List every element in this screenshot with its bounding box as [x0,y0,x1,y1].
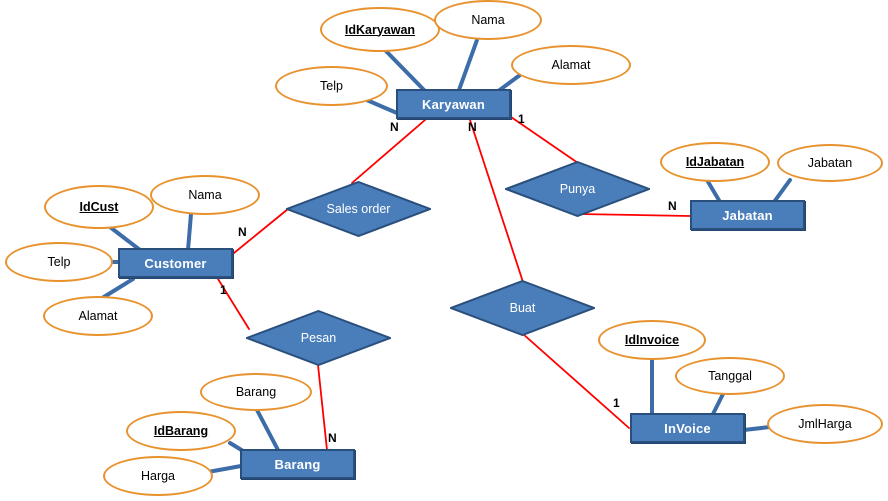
attribute-link-lnk-jabatan-idjabatan [705,178,722,204]
attribute-label: IdJabatan [685,155,745,169]
relationship-sales-order[interactable]: Sales order [286,181,431,237]
relationship-label: Pesan [300,331,337,345]
attribute-invoice-tanggal[interactable]: Tanggal [675,357,785,395]
relationship-label: Buat [509,301,536,315]
attribute-label: Barang [235,385,277,399]
attribute-customer-nama[interactable]: Nama [150,175,260,215]
relationship-label: Sales order [326,202,391,216]
attribute-invoice-jmlharga[interactable]: JmlHarga [767,404,883,444]
attribute-link-lnk-barang-barang [255,408,280,452]
attribute-label: IdCust [79,200,119,214]
relationship-label: Punya [559,182,596,196]
cardinality-label-rel-karyawan-punya: 1 [518,112,525,126]
entity-jabatan[interactable]: Jabatan [690,200,805,230]
relationship-buat[interactable]: Buat [450,280,595,336]
entity-customer[interactable]: Customer [118,248,233,278]
attribute-barang-harga[interactable]: Harga [103,456,213,496]
attribute-barang-barang[interactable]: Barang [200,373,312,411]
attribute-label: Alamat [551,58,591,72]
attribute-label: Telp [320,79,343,93]
attribute-karyawan-alamat[interactable]: Alamat [511,45,631,85]
cardinality-label-rel-punya-jabatan: N [668,199,677,213]
attribute-link-lnk-customer-nama [186,212,193,252]
attribute-label: IdKaryawan [344,22,416,37]
attribute-link-lnk-invoice-tanggal [711,392,725,416]
cardinality-label-rel-customer-pesan: 1 [220,283,227,297]
attribute-karyawan-idkaryawan[interactable]: IdKaryawan [320,7,440,52]
attribute-link-lnk-jabatan-jabatan [772,178,792,204]
attribute-label: Tanggal [708,369,752,383]
attribute-jabatan-idjabatan[interactable]: IdJabatan [660,142,770,182]
attribute-label: IdBarang [153,424,209,438]
attribute-karyawan-nama[interactable]: Nama [434,0,542,40]
attribute-barang-idbarang[interactable]: IdBarang [126,411,236,451]
cardinality-label-rel-buat-invoice: 1 [613,396,620,410]
entity-label: Barang [274,456,321,472]
attribute-customer-alamat[interactable]: Alamat [43,296,153,336]
attribute-label: JmlHarga [798,417,852,431]
attribute-jabatan-jabatan[interactable]: Jabatan [777,144,883,182]
attribute-label: Jabatan [807,156,853,170]
attribute-label: Telp [47,255,71,269]
cardinality-label-rel-customer-salesorder: N [238,225,247,239]
er-diagram-canvas: Karyawan Customer Jabatan InVoice Barang Sal… [0,0,888,501]
attribute-customer-telp[interactable]: Telp [5,242,113,282]
attribute-link-lnk-invoice-jmlharga [742,425,772,432]
attribute-link-lnk-karyawan-nama [457,38,479,92]
attribute-label: IdInvoice [624,333,680,347]
entity-label: Karyawan [421,96,486,112]
relationship-link-rel-pesan-barang [317,364,328,451]
entity-invoice[interactable]: InVoice [630,413,745,443]
relationship-punya[interactable]: Punya [505,161,650,217]
cardinality-label-rel-salesorder-karyawan: N [390,120,399,134]
attribute-label: Alamat [78,309,118,323]
entity-barang[interactable]: Barang [240,449,355,479]
relationship-pesan[interactable]: Pesan [246,310,391,366]
cardinality-label-rel-pesan-barang: N [328,431,337,445]
entity-karyawan[interactable]: Karyawan [396,89,511,119]
entity-label: Jabatan [722,207,773,223]
attribute-karyawan-telp[interactable]: Telp [275,66,388,106]
entity-label: InVoice [664,420,711,436]
attribute-invoice-idinvoice[interactable]: IdInvoice [598,320,706,360]
attribute-link-lnk-karyawan-idkaryawan [383,48,426,92]
attribute-label: Nama [188,188,222,202]
attribute-label: Harga [140,469,176,483]
attribute-label: Nama [471,13,505,27]
relationship-link-rel-salesorder-karyawan [351,119,426,184]
cardinality-label-rel-karyawan-buat: N [468,120,477,134]
attribute-link-lnk-barang-harga [206,464,243,474]
attribute-link-lnk-customer-idcust [108,225,142,252]
entity-label: Customer [144,255,207,271]
attribute-customer-idcust[interactable]: IdCust [44,185,154,229]
